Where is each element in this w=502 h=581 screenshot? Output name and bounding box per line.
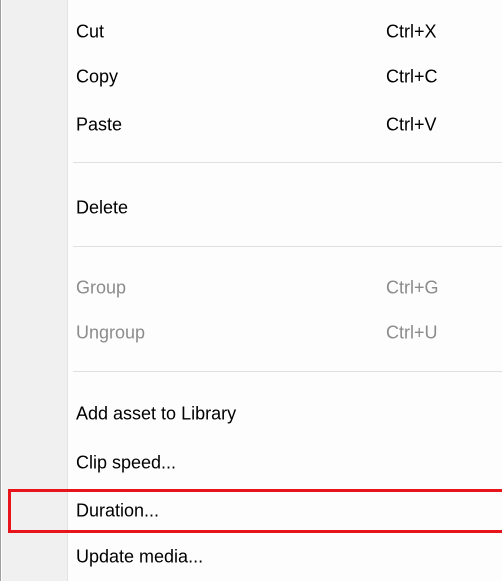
menu-item-label: Cut: [76, 21, 105, 42]
menu-item-shortcut: Ctrl+V: [386, 114, 437, 135]
menu-item-label: Duration...: [76, 500, 160, 521]
menu-separator: [73, 371, 502, 372]
menu-item-ungroup: Ungroup Ctrl+U: [1, 312, 502, 354]
menu-item-label: Copy: [76, 66, 119, 87]
menu-item-delete[interactable]: Delete: [1, 187, 502, 229]
menu-item-paste[interactable]: Paste Ctrl+V: [1, 104, 502, 146]
menu-item-cut[interactable]: Cut Ctrl+X: [1, 11, 502, 53]
menu-item-duration[interactable]: Duration...: [1, 490, 502, 532]
menu-item-shortcut: Ctrl+X: [386, 21, 437, 42]
menu-item-label: Paste: [76, 114, 123, 135]
context-menu: Cut Ctrl+X Copy Ctrl+C Paste Ctrl+V Dele…: [0, 0, 502, 581]
menu-item-label: Add asset to Library: [76, 403, 237, 424]
menu-item-shortcut: Ctrl+G: [386, 277, 439, 298]
menu-item-label: Group: [76, 277, 127, 298]
menu-item-group: Group Ctrl+G: [1, 267, 502, 309]
menu-item-copy[interactable]: Copy Ctrl+C: [1, 56, 502, 98]
menu-item-label: Clip speed...: [76, 452, 177, 473]
menu-item-clip-speed[interactable]: Clip speed...: [1, 442, 502, 484]
menu-item-label: Ungroup: [76, 322, 146, 343]
menu-item-label: Update media...: [76, 546, 204, 567]
menu-item-shortcut: Ctrl+C: [386, 66, 438, 87]
menu-item-update-media[interactable]: Update media...: [1, 536, 502, 578]
menu-item-label: Delete: [76, 197, 129, 218]
menu-separator: [73, 246, 502, 247]
menu-item-add-asset-to-library[interactable]: Add asset to Library: [1, 393, 502, 435]
menu-separator: [73, 162, 502, 163]
menu-item-shortcut: Ctrl+U: [386, 322, 438, 343]
